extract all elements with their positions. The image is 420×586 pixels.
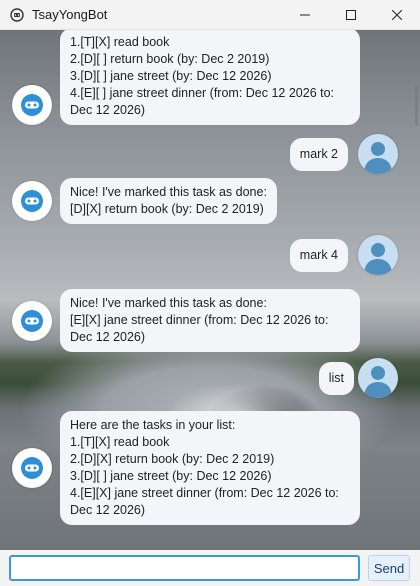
user-message-bubble: mark 4: [289, 238, 348, 272]
maximize-icon[interactable]: [328, 0, 374, 30]
user-avatar-icon: [358, 134, 398, 174]
window-title: TsayYongBot: [32, 7, 108, 22]
message-row-bot: 1.[T][X] read book 2.[D][ ] return book …: [12, 30, 360, 125]
robot-avatar-icon: [12, 84, 52, 125]
send-button[interactable]: Send: [368, 555, 410, 581]
message-row-bot: Here are the tasks in your list: 1.[T][X…: [12, 411, 360, 525]
bot-message-bubble: Here are the tasks in your list: 1.[T][X…: [60, 411, 360, 525]
user-message-bubble: list: [318, 361, 354, 395]
scrollbar[interactable]: [415, 86, 418, 126]
chat-area[interactable]: 1.[T][X] read book 2.[D][ ] return book …: [0, 30, 420, 550]
robot-avatar-icon: [12, 181, 52, 221]
message-input[interactable]: [9, 555, 360, 581]
message-row-bot: Nice! I've marked this task as done: [E]…: [12, 289, 360, 352]
robot-avatar-icon: [12, 300, 52, 341]
message-row-user: list: [318, 358, 398, 398]
robot-avatar-icon: [12, 448, 52, 488]
user-avatar-icon: [358, 235, 398, 275]
input-area: Send: [0, 550, 420, 586]
message-row-user: mark 4: [289, 235, 398, 275]
robot-icon: [9, 7, 25, 23]
bot-message-bubble: Nice! I've marked this task as done: [E]…: [60, 289, 360, 352]
minimize-icon[interactable]: [282, 0, 328, 30]
message-row-user: mark 2: [289, 134, 398, 174]
title-bar: TsayYongBot: [0, 0, 420, 30]
user-message-bubble: mark 2: [289, 137, 348, 171]
message-row-bot: Nice! I've marked this task as done: [D]…: [12, 178, 277, 224]
bot-message-bubble: 1.[T][X] read book 2.[D][ ] return book …: [60, 30, 360, 125]
close-icon[interactable]: [374, 0, 420, 30]
user-avatar-icon: [358, 358, 398, 398]
bot-message-bubble: Nice! I've marked this task as done: [D]…: [60, 178, 277, 224]
